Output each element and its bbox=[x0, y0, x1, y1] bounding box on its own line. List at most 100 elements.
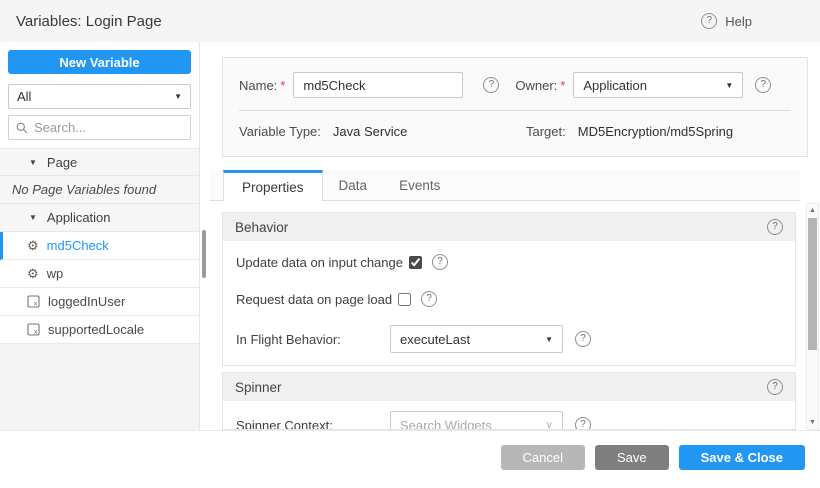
page-title: Variables: Login Page bbox=[16, 13, 162, 30]
tree-collapse-icon: ▼ bbox=[29, 158, 37, 167]
service-variable-icon: ⚙ bbox=[27, 239, 39, 252]
owner-select[interactable]: Application ▼ bbox=[573, 72, 743, 98]
name-owner-row: Name:* ? Owner:* Application ▼ ? bbox=[223, 58, 807, 98]
tree-item-label: wp bbox=[47, 266, 64, 281]
tree-item-label: loggedInUser bbox=[48, 294, 125, 309]
tree-item-loggedinuser[interactable]: x loggedInUser bbox=[0, 288, 199, 316]
help-label: Help bbox=[725, 14, 752, 29]
owner-label-text: Owner: bbox=[515, 78, 557, 93]
caret-down-icon: ▼ bbox=[725, 81, 733, 90]
variable-type-pair: Variable Type: Java Service bbox=[239, 124, 526, 139]
help-icon: ? bbox=[701, 13, 717, 29]
update-data-row: Update data on input change ? bbox=[223, 251, 795, 273]
target-label: Target: bbox=[526, 124, 566, 139]
cancel-button[interactable]: Cancel bbox=[501, 445, 585, 470]
chevron-down-icon: ∨ bbox=[546, 420, 553, 431]
scroll-down-icon[interactable]: ▼ bbox=[807, 419, 818, 426]
owner-help-icon[interactable]: ? bbox=[755, 77, 771, 93]
tree-group-label: Application bbox=[47, 210, 111, 225]
request-data-row: Request data on page load ? bbox=[223, 288, 795, 310]
update-data-checkbox[interactable] bbox=[409, 256, 422, 269]
tree-item-label: md5Check bbox=[47, 238, 109, 253]
help-button[interactable]: ? Help bbox=[701, 13, 752, 29]
summary-card: Name:* ? Owner:* Application ▼ ? Variabl… bbox=[222, 57, 808, 157]
tree-item-md5check[interactable]: ⚙ md5Check bbox=[0, 232, 199, 260]
spinner-section: Spinner ? Spinner Context: Search Widget… bbox=[222, 372, 796, 430]
variables-tree: ▼ Page No Page Variables found ▼ Applica… bbox=[0, 148, 199, 344]
spinner-section-body: Spinner Context: Search Widgets ∨ ? bbox=[223, 401, 795, 430]
tab-events[interactable]: Events bbox=[383, 170, 456, 200]
section-help-icon[interactable]: ? bbox=[767, 219, 783, 235]
inflight-row: In Flight Behavior: executeLast ▼ ? bbox=[223, 325, 795, 353]
request-data-checkbox[interactable] bbox=[398, 293, 411, 306]
footer: Cancel Save Save & Close bbox=[0, 430, 820, 488]
spinner-context-help-icon[interactable]: ? bbox=[575, 417, 591, 430]
target-pair: Target: MD5Encryption/md5Spring bbox=[526, 124, 733, 139]
owner-value: Application bbox=[583, 78, 647, 93]
required-asterisk: * bbox=[560, 78, 565, 93]
tree-collapse-icon: ▼ bbox=[29, 213, 37, 222]
inflight-help-icon[interactable]: ? bbox=[575, 331, 591, 347]
sidebar-scrollbar-thumb[interactable] bbox=[202, 230, 206, 278]
inflight-value: executeLast bbox=[400, 332, 470, 347]
tab-bar: Properties Data Events bbox=[210, 170, 800, 201]
section-title: Behavior bbox=[235, 220, 288, 235]
update-data-help-icon[interactable]: ? bbox=[432, 254, 448, 270]
section-title: Spinner bbox=[235, 380, 282, 395]
tab-properties[interactable]: Properties bbox=[223, 170, 323, 201]
search-input[interactable] bbox=[34, 120, 183, 135]
request-data-help-icon[interactable]: ? bbox=[421, 291, 437, 307]
search-box bbox=[8, 115, 191, 140]
scroll-up-icon[interactable]: ▲ bbox=[807, 207, 818, 214]
name-input[interactable] bbox=[293, 72, 463, 98]
caret-down-icon: ▼ bbox=[545, 335, 553, 344]
scrollbar-thumb[interactable] bbox=[808, 218, 817, 350]
save-button[interactable]: Save bbox=[595, 445, 669, 470]
name-label-text: Name: bbox=[239, 78, 277, 93]
variable-type-label: Variable Type: bbox=[239, 124, 321, 139]
spinner-context-placeholder: Search Widgets bbox=[400, 418, 492, 431]
section-help-icon[interactable]: ? bbox=[767, 379, 783, 395]
variable-type-value: Java Service bbox=[333, 124, 407, 139]
filter-select[interactable]: All ▼ bbox=[8, 84, 191, 109]
sidebar-filler bbox=[0, 344, 199, 430]
tree-item-supportedlocale[interactable]: x supportedLocale bbox=[0, 316, 199, 344]
inflight-select[interactable]: executeLast ▼ bbox=[390, 325, 563, 353]
behavior-section-body: Update data on input change ? Request da… bbox=[223, 241, 795, 365]
tree-item-wp[interactable]: ⚙ wp bbox=[0, 260, 199, 288]
spinner-context-row: Spinner Context: Search Widgets ∨ ? bbox=[223, 411, 795, 430]
required-asterisk: * bbox=[280, 78, 285, 93]
sidebar: New Variable All ▼ ▼ Page No Page Variab… bbox=[0, 42, 200, 430]
tree-group-application[interactable]: ▼ Application bbox=[0, 204, 199, 232]
type-target-row: Variable Type: Java Service Target: MD5E… bbox=[223, 111, 807, 139]
name-label: Name:* bbox=[239, 78, 285, 93]
model-variable-icon: x bbox=[27, 323, 40, 336]
spinner-section-header: Spinner ? bbox=[223, 373, 795, 401]
owner-label: Owner:* bbox=[515, 78, 565, 93]
search-icon bbox=[16, 122, 28, 134]
tree-group-page[interactable]: ▼ Page bbox=[0, 148, 199, 176]
spinner-context-combobox[interactable]: Search Widgets ∨ bbox=[390, 411, 563, 430]
variables-dialog: Variables: Login Page ? Help New Variabl… bbox=[0, 0, 820, 488]
tree-group-label: Page bbox=[47, 155, 77, 170]
service-variable-icon: ⚙ bbox=[27, 267, 39, 280]
request-data-label: Request data on page load bbox=[236, 292, 392, 307]
inflight-label: In Flight Behavior: bbox=[236, 332, 384, 347]
filter-value: All bbox=[17, 89, 31, 104]
header: Variables: Login Page ? Help bbox=[0, 0, 820, 42]
main-scrollbar[interactable]: ▲ ▼ bbox=[806, 203, 819, 430]
update-data-label: Update data on input change bbox=[236, 255, 403, 270]
spinner-context-label: Spinner Context: bbox=[236, 418, 384, 431]
target-value: MD5Encryption/md5Spring bbox=[578, 124, 733, 139]
model-variable-icon: x bbox=[27, 295, 40, 308]
save-close-button[interactable]: Save & Close bbox=[679, 445, 805, 470]
sidebar-controls: New Variable All ▼ bbox=[0, 42, 199, 140]
tab-data[interactable]: Data bbox=[323, 170, 384, 200]
behavior-section-header: Behavior ? bbox=[223, 213, 795, 241]
name-help-icon[interactable]: ? bbox=[483, 77, 499, 93]
new-variable-button[interactable]: New Variable bbox=[8, 50, 191, 74]
caret-down-icon: ▼ bbox=[174, 92, 182, 101]
tree-item-label: supportedLocale bbox=[48, 322, 144, 337]
tree-empty-message: No Page Variables found bbox=[0, 176, 199, 204]
behavior-section: Behavior ? Update data on input change ?… bbox=[222, 212, 796, 366]
